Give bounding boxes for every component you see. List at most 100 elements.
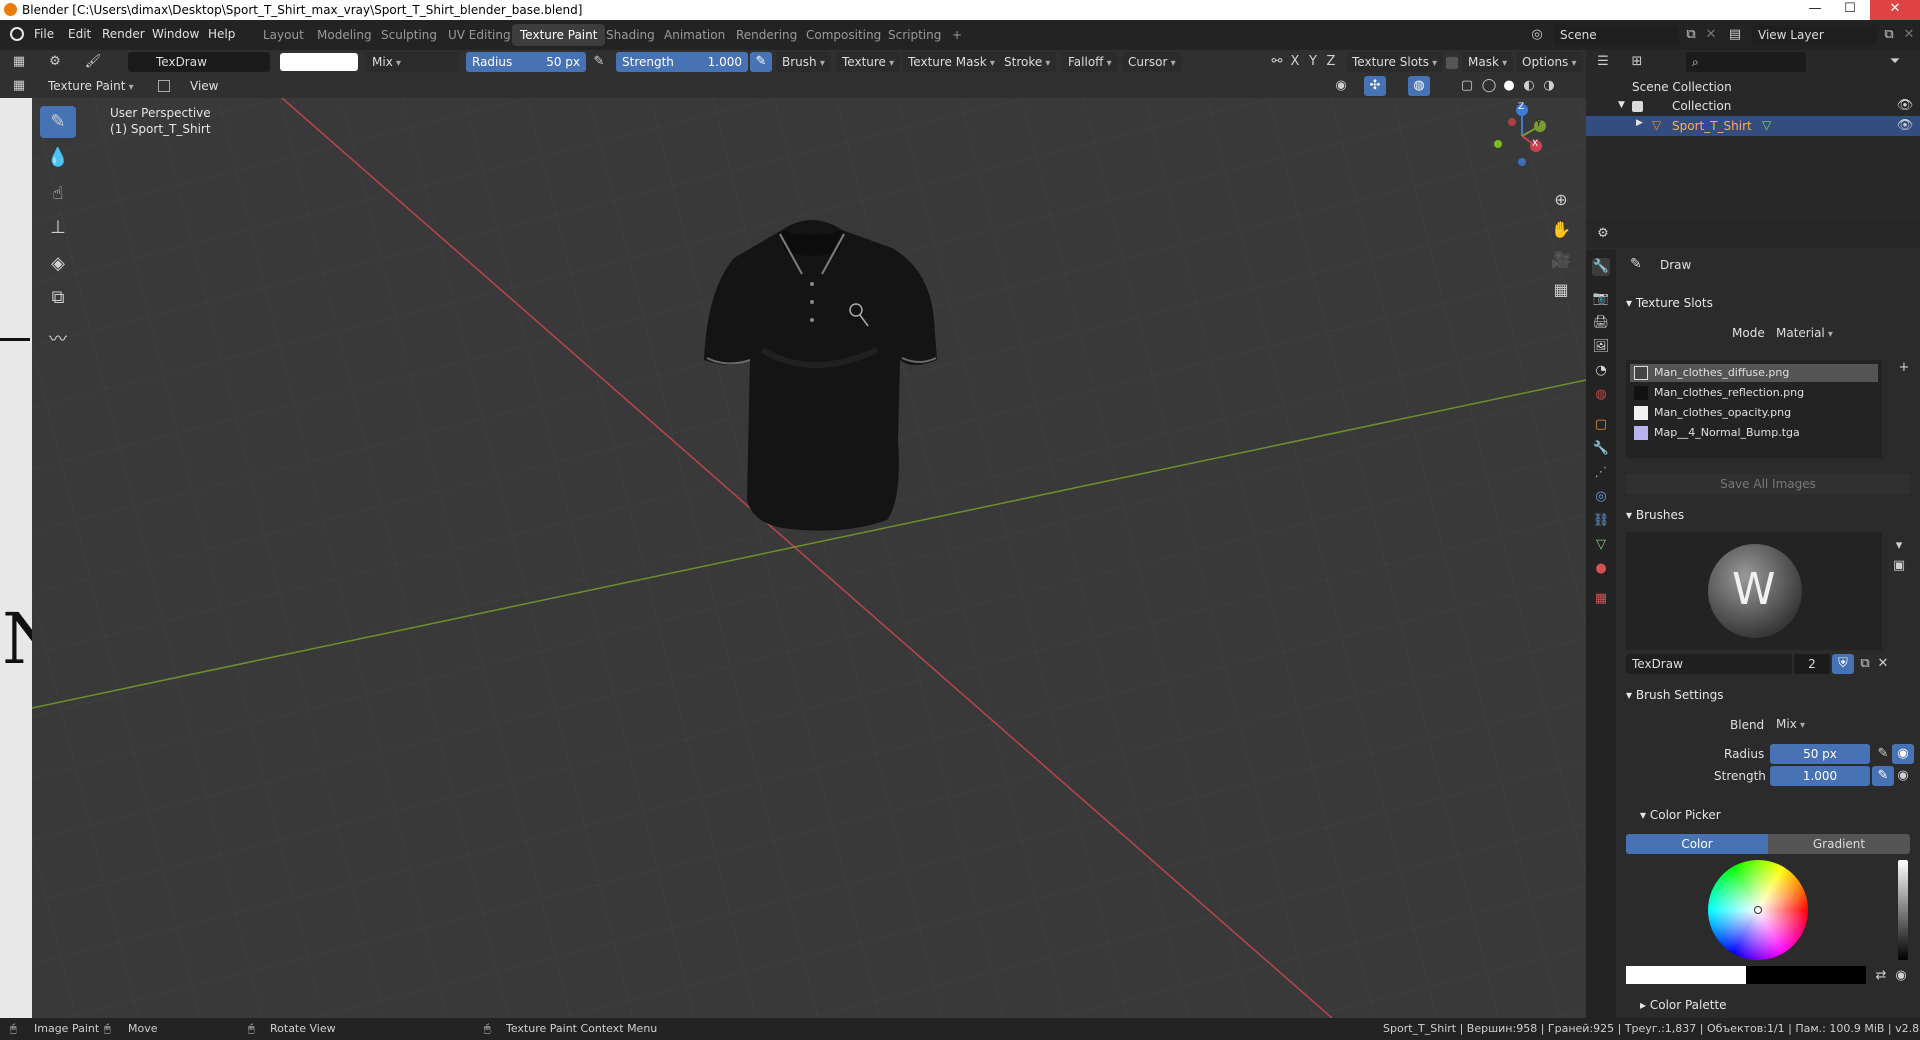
scene-icon[interactable]: ◎ — [1526, 25, 1548, 45]
gradient-tab[interactable]: Gradient — [1768, 834, 1910, 854]
view-menu[interactable]: View — [190, 79, 218, 93]
axis-y-toggle[interactable]: Y — [1304, 52, 1322, 72]
scene-field[interactable]: Scene — [1554, 25, 1679, 45]
new-view-layer-icon[interactable]: ⧉ — [1878, 25, 1900, 45]
blender-menu-icon[interactable] — [10, 27, 24, 41]
output-tab-icon[interactable]: 🖨 — [1592, 314, 1610, 332]
tshirt-model[interactable] — [662, 210, 962, 540]
view-layer-icon[interactable]: ▤ — [1724, 25, 1746, 45]
tab-scripting[interactable]: Scripting — [880, 24, 949, 46]
maximize-button[interactable]: ☐ — [1835, 0, 1865, 20]
delete-view-layer-icon[interactable]: ✕ — [1898, 25, 1920, 45]
menu-help[interactable]: Help — [208, 27, 235, 41]
falloff-menu[interactable]: Falloff — [1062, 52, 1118, 72]
tool-settings-icon[interactable]: ⚙ — [44, 52, 66, 72]
mask-tool-icon[interactable]: ⧉ — [40, 282, 76, 314]
texture-tab-icon[interactable]: ▦ — [1592, 590, 1610, 608]
color-picker-panel-header[interactable]: ▾ Color Picker — [1640, 804, 1721, 826]
navigation-gizmo[interactable]: Z Y X — [1488, 102, 1552, 168]
tab-compositing[interactable]: Compositing — [798, 24, 889, 46]
texture-slot-item[interactable]: Map__4_Normal_Bump.tga — [1630, 424, 1878, 442]
mask-checkbox[interactable] — [1446, 57, 1458, 69]
overlays-toggle-icon[interactable]: ◍ — [1408, 76, 1430, 96]
add-workspace-button[interactable]: + — [944, 24, 970, 46]
brush-image-icon[interactable]: ▣ — [1888, 556, 1910, 576]
collapse-collection-icon[interactable]: ▼ — [1618, 100, 1625, 110]
add-texture-slot-button[interactable]: + — [1893, 358, 1915, 378]
wireframe-shading-icon[interactable]: ◯ — [1478, 76, 1500, 96]
solid-shading-icon[interactable]: ● — [1498, 76, 1520, 96]
texture-mask-menu[interactable]: Texture Mask — [902, 52, 1001, 72]
texture-slots-panel-header[interactable]: ▾ Texture Slots — [1626, 292, 1713, 314]
mesh-data-icon[interactable]: ▽ — [1762, 118, 1771, 132]
tool-tab-icon[interactable]: 🔧 — [1592, 258, 1610, 276]
paint-mask-icon[interactable] — [158, 80, 170, 92]
tab-animation[interactable]: Animation — [656, 24, 733, 46]
clone-tool-icon[interactable]: ⊥ — [40, 212, 76, 244]
3d-viewport[interactable]: User Perspective (1) Sport_T_Shirt Z Y X… — [32, 98, 1586, 1018]
strength-slider[interactable]: Strength 1.000 — [616, 52, 748, 72]
color-wheel[interactable] — [1708, 860, 1808, 960]
view-layer-field[interactable]: View Layer — [1752, 25, 1877, 45]
texture-slots-dropdown[interactable]: Texture Slots — [1346, 52, 1444, 72]
brush-list-dropdown[interactable]: ▾ — [1888, 536, 1910, 556]
visibility-icon[interactable]: ◉ — [1330, 76, 1352, 96]
gizmo-toggle-icon[interactable]: ✣ — [1364, 76, 1386, 96]
menu-edit[interactable]: Edit — [68, 27, 91, 41]
strength-pressure-icon[interactable]: ✎ — [1872, 766, 1894, 786]
unified-color-icon[interactable]: ◉ — [1890, 966, 1912, 986]
texture-menu[interactable]: Texture — [836, 52, 901, 72]
object-visibility-icon[interactable]: 👁 — [1894, 116, 1916, 136]
brush-settings-panel-header[interactable]: ▾ Brush Settings — [1626, 684, 1724, 706]
draw-tool-icon[interactable]: ✎ — [40, 106, 76, 138]
stroke-menu[interactable]: Stroke — [998, 52, 1057, 72]
brush-preview-box[interactable]: W — [1626, 532, 1882, 650]
tab-layout[interactable]: Layout — [255, 24, 312, 46]
tab-rendering[interactable]: Rendering — [728, 24, 805, 46]
perspective-toggle-icon[interactable]: ▦ — [1550, 280, 1572, 300]
brush-icon[interactable]: 🖌 — [82, 52, 104, 72]
fake-user-shield-icon[interactable]: ⛨ — [1832, 654, 1854, 674]
scene-collection-label[interactable]: Scene Collection — [1632, 80, 1732, 94]
rendered-shading-icon[interactable]: ◑ — [1538, 76, 1560, 96]
particles-tab-icon[interactable]: ⋰ — [1592, 464, 1610, 482]
data-tab-icon[interactable]: ▽ — [1592, 536, 1610, 554]
blend-dropdown[interactable]: Mix — [1770, 714, 1910, 734]
properties-editor-type-icon[interactable]: ⚙ — [1592, 224, 1614, 244]
menu-file[interactable]: File — [34, 27, 54, 41]
strength-pressure-icon[interactable]: ✎ — [750, 52, 772, 72]
expand-object-icon[interactable]: ▶ — [1636, 118, 1643, 128]
mask-dropdown[interactable]: Mask — [1462, 52, 1514, 72]
radius-pressure-icon[interactable]: ✎ — [588, 52, 610, 72]
tab-uv-editing[interactable]: UV Editing — [440, 24, 519, 46]
soften-tool-icon[interactable]: 💧 — [40, 142, 76, 174]
options-dropdown[interactable]: Options — [1516, 52, 1583, 72]
brushes-panel-header[interactable]: ▾ Brushes — [1626, 504, 1684, 526]
brush-color-swatch[interactable] — [280, 53, 358, 71]
strength-unified-icon[interactable]: ◉ — [1892, 766, 1914, 786]
annotate-tool-icon[interactable]: 〰 — [40, 324, 76, 356]
axis-x-toggle[interactable]: X — [1286, 52, 1304, 72]
display-mode-icon[interactable]: ⊞ — [1626, 52, 1648, 72]
filter-icon[interactable]: ⏷ — [1884, 52, 1906, 72]
view-layer-tab-icon[interactable]: 🖼 — [1592, 338, 1610, 356]
editor-type-icon[interactable]: ▦ — [8, 52, 30, 72]
save-all-images-button[interactable]: Save All Images — [1626, 474, 1910, 494]
brush-menu[interactable]: Brush — [776, 52, 831, 72]
brush-users-count[interactable]: 2 — [1794, 654, 1830, 674]
value-slider[interactable] — [1898, 860, 1908, 960]
mode-dropdown[interactable]: Texture Paint — [42, 76, 140, 96]
blend-dropdown[interactable]: Mix — [366, 52, 458, 72]
object-tab-icon[interactable]: ▢ — [1592, 416, 1610, 434]
collection-visibility-icon[interactable]: 👁 — [1894, 96, 1916, 116]
axis-z-toggle[interactable]: Z — [1322, 52, 1340, 72]
texture-slot-item[interactable]: Man_clothes_reflection.png — [1630, 384, 1878, 402]
xray-toggle-icon[interactable]: ▢ — [1456, 76, 1478, 96]
cursor-menu[interactable]: Cursor — [1122, 52, 1182, 72]
modifiers-tab-icon[interactable]: 🔧 — [1592, 440, 1610, 458]
radius-slider[interactable]: 50 px — [1770, 744, 1870, 764]
collection-checkbox[interactable] — [1632, 101, 1643, 112]
object-label[interactable]: Sport_T_Shirt — [1672, 119, 1752, 133]
render-tab-icon[interactable]: 📷 — [1592, 290, 1610, 308]
color-tab[interactable]: Color — [1626, 834, 1768, 854]
